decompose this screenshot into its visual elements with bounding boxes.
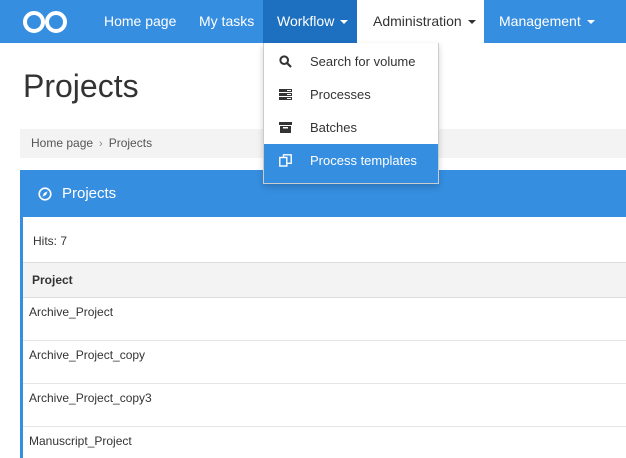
breadcrumb-current: Projects	[108, 136, 153, 150]
table-row[interactable]: Manuscript_Project	[23, 426, 626, 458]
templates-icon	[279, 154, 292, 167]
menu-item-batches[interactable]: Batches	[264, 111, 438, 144]
projects-panel: Projects Hits: 7 Project Archive_Project…	[20, 170, 626, 458]
table-header-project[interactable]: Project	[23, 262, 626, 298]
caret-down-icon	[467, 20, 476, 25]
hits-count: Hits: 7	[33, 234, 68, 248]
nav-administration[interactable]: Administration	[357, 0, 484, 43]
menu-item-search-for-volume[interactable]: Search for volume	[264, 45, 438, 78]
nav-my-tasks[interactable]: My tasks	[199, 0, 254, 43]
processes-icon	[279, 89, 292, 100]
nav-workflow[interactable]: Workflow	[263, 0, 357, 43]
table-row[interactable]: Archive_Project	[23, 297, 626, 341]
search-icon	[279, 55, 292, 68]
breadcrumb-home-link[interactable]: Home page	[31, 136, 93, 150]
nav-management[interactable]: Management	[499, 0, 595, 43]
nav-home-page[interactable]: Home page	[104, 0, 176, 43]
menu-item-process-templates[interactable]: Process templates	[264, 144, 438, 177]
caret-down-icon	[586, 20, 595, 25]
dropdown-bottom-bar	[264, 175, 438, 183]
page-title: Projects	[23, 68, 139, 104]
compass-icon	[38, 187, 52, 201]
caret-down-icon	[340, 20, 349, 25]
panel-title: Projects	[62, 185, 117, 202]
logo-infinity-icon[interactable]	[22, 9, 68, 35]
table-row[interactable]: Archive_Project_copy	[23, 340, 626, 384]
top-navbar: Home page My tasks Workflow Administrati…	[0, 0, 626, 43]
breadcrumb-separator: ›	[99, 138, 103, 150]
table-row[interactable]: Archive_Project_copy3	[23, 383, 626, 427]
batches-icon	[279, 122, 292, 133]
menu-item-processes[interactable]: Processes	[264, 78, 438, 111]
workflow-dropdown-menu: Search for volume Processes Batches Proc…	[263, 43, 439, 184]
